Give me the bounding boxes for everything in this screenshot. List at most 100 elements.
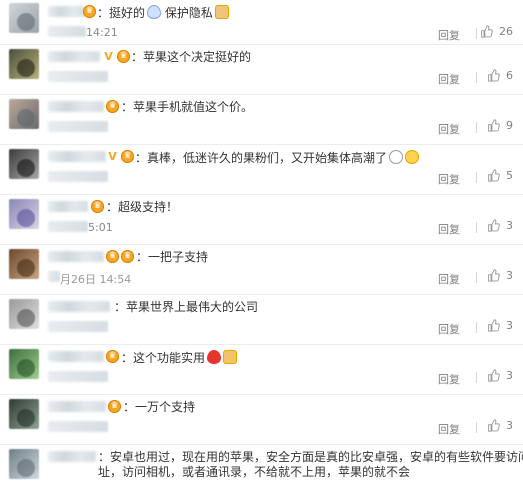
avatar[interactable] bbox=[9, 449, 39, 479]
reply-button[interactable]: 回复 bbox=[438, 171, 460, 187]
username[interactable] bbox=[48, 351, 104, 362]
divider bbox=[476, 422, 477, 433]
glasses-emoji-icon bbox=[389, 150, 404, 164]
date-redacted bbox=[48, 26, 86, 37]
avatar[interactable] bbox=[9, 399, 39, 429]
thumbs-up-icon bbox=[488, 419, 500, 432]
like-button[interactable]: 3 bbox=[487, 369, 513, 382]
like-count: 26 bbox=[499, 25, 513, 38]
comment-text: ：安卓也用过，现在用的苹果，安全方面是真的比安卓强，安卓的有些软件要访问地址，访… bbox=[98, 450, 523, 479]
username[interactable] bbox=[48, 201, 88, 212]
comment-text: ：苹果这个决定挺好的 bbox=[131, 50, 252, 64]
timestamp: 月26日 14:54 bbox=[60, 273, 132, 286]
like-count: 6 bbox=[506, 69, 513, 82]
list-item: ♛ ：这个功能实用 回复 3 bbox=[0, 345, 523, 395]
vip-badge-icon: ♛ bbox=[91, 200, 104, 213]
date-redacted bbox=[48, 271, 60, 282]
reply-button[interactable]: 回复 bbox=[438, 71, 460, 87]
like-button[interactable]: 26 bbox=[480, 25, 513, 38]
thumbs-up-icon bbox=[488, 69, 500, 82]
date-redacted bbox=[48, 71, 108, 82]
vip-badge-icon: ♛ bbox=[83, 5, 96, 18]
thumbs-up-emoji-icon bbox=[223, 350, 238, 364]
user-badges: ♛ bbox=[83, 5, 96, 18]
username[interactable] bbox=[48, 6, 86, 17]
like-button[interactable]: 3 bbox=[487, 419, 513, 432]
divider bbox=[476, 28, 477, 39]
thumbs-up-icon bbox=[488, 369, 500, 382]
user-badges: V ♛ bbox=[106, 150, 134, 163]
comment-text: ：苹果世界上最伟大的公司 bbox=[114, 300, 259, 314]
list-item: ：苹果世界上最伟大的公司 回复 3 bbox=[0, 295, 523, 345]
comment-text: ：一把子支持 bbox=[136, 250, 209, 264]
flame-emoji-icon bbox=[147, 5, 162, 19]
date-redacted bbox=[48, 171, 108, 182]
username[interactable] bbox=[48, 101, 104, 112]
comment-meta bbox=[48, 421, 118, 433]
like-button[interactable]: 9 bbox=[487, 119, 513, 132]
reply-button[interactable]: 回复 bbox=[438, 371, 460, 387]
avatar[interactable] bbox=[9, 99, 39, 129]
username[interactable] bbox=[48, 51, 100, 62]
like-button[interactable]: 3 bbox=[487, 219, 513, 232]
username[interactable] bbox=[48, 301, 110, 312]
vip-badge-icon: ♛ bbox=[106, 100, 119, 113]
avatar[interactable] bbox=[9, 199, 39, 229]
date-redacted bbox=[48, 321, 108, 332]
user-badges: ♛ bbox=[108, 400, 121, 413]
username[interactable] bbox=[48, 401, 106, 412]
like-count: 3 bbox=[506, 369, 513, 382]
list-item: ♛ ：挺好的 保护隐私 14:21 回复 26 bbox=[0, 0, 523, 45]
comment-meta: 月26日 14:54 bbox=[48, 271, 131, 286]
verified-v-icon: V bbox=[108, 150, 117, 163]
comment-meta bbox=[48, 321, 118, 333]
reply-button[interactable]: 回复 bbox=[438, 321, 460, 337]
avatar[interactable] bbox=[9, 149, 39, 179]
divider bbox=[476, 122, 477, 133]
user-badges: ♛ bbox=[106, 350, 119, 363]
like-button[interactable]: 5 bbox=[487, 169, 513, 182]
divider bbox=[476, 272, 477, 283]
like-count: 5 bbox=[506, 169, 513, 182]
thumbs-up-icon bbox=[481, 25, 493, 38]
like-count: 3 bbox=[506, 419, 513, 432]
like-button[interactable]: 3 bbox=[487, 319, 513, 332]
avatar[interactable] bbox=[9, 299, 39, 329]
comment-text: ：这个功能实用 bbox=[121, 350, 238, 366]
avatar[interactable] bbox=[9, 3, 39, 33]
like-button[interactable]: 6 bbox=[487, 69, 513, 82]
comment-meta bbox=[48, 71, 118, 83]
thumbs-up-icon bbox=[488, 319, 500, 332]
timestamp: 5:01 bbox=[88, 221, 113, 234]
comment-text: ：超级支持！ bbox=[106, 200, 179, 214]
reply-button[interactable]: 回复 bbox=[438, 421, 460, 437]
list-item: ♛ ：苹果手机就值这个价。 回复 9 bbox=[0, 95, 523, 145]
username[interactable] bbox=[48, 251, 104, 262]
heart-emoji-icon bbox=[207, 350, 222, 364]
date-redacted bbox=[48, 221, 88, 232]
avatar[interactable] bbox=[9, 349, 39, 379]
timestamp: 14:21 bbox=[86, 26, 118, 39]
comment-list: ♛ ：挺好的 保护隐私 14:21 回复 26 V ♛ ：苹果这个决定挺好的 回… bbox=[0, 0, 523, 479]
reply-button[interactable]: 回复 bbox=[438, 271, 460, 287]
avatar[interactable] bbox=[9, 249, 39, 279]
surprised-emoji-icon bbox=[405, 150, 420, 164]
like-button[interactable]: 3 bbox=[487, 269, 513, 282]
thumbs-up-icon bbox=[488, 169, 500, 182]
comment-text: ：苹果手机就值这个价。 bbox=[121, 100, 254, 114]
user-badges: ♛ ♛ bbox=[106, 250, 134, 263]
username[interactable] bbox=[48, 151, 106, 162]
user-badges: V ♛ bbox=[102, 50, 130, 63]
thumbs-up-icon bbox=[488, 219, 500, 232]
username[interactable] bbox=[48, 451, 96, 462]
reply-button[interactable]: 回复 bbox=[438, 221, 460, 237]
vip-badge-icon: ♛ bbox=[106, 350, 119, 363]
comment-meta: 5:01 bbox=[48, 221, 118, 234]
comment-meta bbox=[48, 121, 118, 133]
list-item: ：安卓也用过，现在用的苹果，安全方面是真的比安卓强，安卓的有些软件要访问地址，访… bbox=[0, 445, 523, 495]
date-redacted bbox=[48, 121, 108, 132]
comment-meta: 14:21 bbox=[48, 26, 118, 39]
avatar[interactable] bbox=[9, 49, 39, 79]
reply-button[interactable]: 回复 bbox=[438, 27, 460, 43]
reply-button[interactable]: 回复 bbox=[438, 121, 460, 137]
